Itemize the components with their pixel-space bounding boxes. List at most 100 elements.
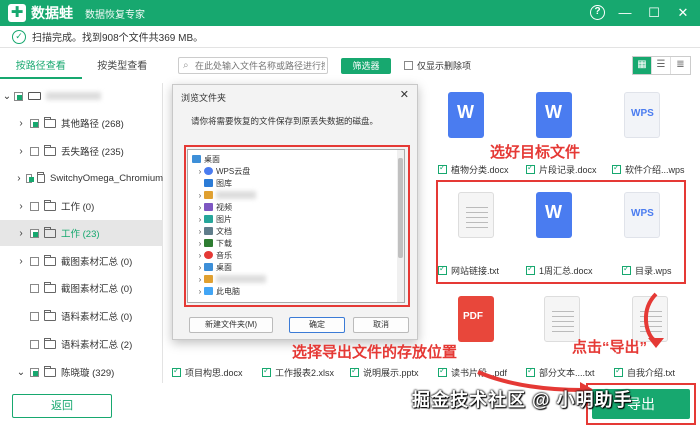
dialog-close-icon[interactable]: ✕ — [400, 88, 409, 101]
filter-button[interactable]: 筛选器 — [341, 58, 391, 74]
file-caption[interactable]: 1周汇总.docx — [526, 264, 593, 277]
file-checkbox[interactable] — [350, 366, 359, 377]
close-button[interactable]: ✕ — [674, 4, 692, 22]
folder-tree-item[interactable]: 桌面 — [192, 154, 220, 164]
tree-checkbox[interactable] — [30, 311, 39, 321]
tab-by-type[interactable]: 按类型查看 — [82, 57, 164, 79]
file-checkbox[interactable] — [526, 264, 535, 275]
chevron-down-icon[interactable]: ⌄ — [16, 367, 26, 378]
chevron-right-icon[interactable]: › — [16, 118, 26, 129]
chevron-right-icon[interactable]: › — [196, 287, 204, 296]
app-subtitle: 数据恢复专家 — [85, 9, 145, 21]
sidebar-item-label: 其他路径 (268) — [61, 119, 124, 130]
sidebar-item[interactable]: › 截图素材汇总 (0) — [0, 248, 163, 274]
sidebar-item[interactable]: 语料素材汇总 (0) — [0, 303, 163, 329]
minimize-button[interactable]: — — [616, 4, 634, 22]
sidebar-item[interactable]: 语料素材汇总 (2) — [0, 331, 163, 357]
chevron-right-icon[interactable]: › — [196, 203, 204, 212]
chevron-down-icon[interactable]: ⌄ — [2, 91, 12, 102]
sidebar-item-label: 截图素材汇总 (0) — [61, 257, 133, 268]
chevron-right-icon[interactable]: › — [196, 227, 204, 236]
folder-tree-item[interactable]: › 下载 — [196, 238, 232, 248]
file-caption[interactable]: 片段记录.docx — [526, 163, 597, 176]
grid-view-icon[interactable]: ▦ — [633, 57, 652, 74]
file-thumbnail[interactable]: WPS — [606, 186, 680, 258]
file-caption[interactable]: 工作报表2.xlsx — [262, 366, 334, 379]
tree-checkbox[interactable] — [30, 201, 39, 211]
sidebar-item[interactable]: › 其他路径 (268) — [0, 110, 163, 136]
tree-checkbox[interactable] — [25, 173, 35, 183]
detail-view-icon[interactable]: ≣ — [671, 57, 690, 74]
chevron-right-icon[interactable]: › — [196, 191, 204, 200]
chevron-right-icon[interactable]: › — [16, 173, 22, 184]
file-thumbnail[interactable]: W — [518, 186, 592, 258]
tree-checkbox[interactable] — [30, 283, 39, 293]
sidebar-item[interactable]: › 工作 (0) — [0, 193, 163, 219]
chevron-right-icon[interactable]: › — [196, 167, 204, 176]
chevron-right-icon[interactable]: › — [16, 146, 26, 157]
folder-tree-item[interactable]: › 桌面 — [196, 262, 232, 272]
chevron-right-icon[interactable]: › — [196, 263, 204, 272]
folder-tree-item[interactable]: › 视频 — [196, 202, 232, 212]
tree-root[interactable]: ⌄ — [0, 83, 163, 109]
chevron-right-icon[interactable]: › — [196, 239, 204, 248]
file-name: 植物分类.docx — [451, 165, 509, 175]
new-folder-button[interactable]: 新建文件夹(M) — [189, 317, 273, 333]
chevron-right-icon[interactable]: › — [196, 275, 204, 284]
file-checkbox[interactable] — [438, 366, 447, 377]
tree-checkbox[interactable] — [30, 367, 39, 377]
chevron-right-icon[interactable]: › — [16, 256, 26, 267]
chevron-right-icon[interactable]: › — [196, 251, 204, 260]
file-thumbnail[interactable] — [440, 186, 514, 258]
only-deleted-checkbox[interactable] — [404, 61, 413, 70]
file-checkbox[interactable] — [438, 264, 447, 275]
ok-button[interactable]: 确定 — [289, 317, 345, 333]
file-thumbnail[interactable]: WPS — [606, 86, 680, 158]
folder-tree-item[interactable]: 图库 — [204, 178, 232, 188]
pictures-folder-icon — [204, 215, 213, 223]
folder-tree-item-redacted[interactable]: › — [196, 190, 256, 200]
file-checkbox[interactable] — [172, 366, 181, 377]
help-icon[interactable]: ? — [590, 5, 605, 20]
file-caption[interactable]: 网站链接.txt — [438, 264, 499, 277]
tree-checkbox[interactable] — [30, 118, 39, 128]
folder-tree-item[interactable]: › WPS云盘 — [196, 166, 251, 176]
sidebar-item[interactable]: ⌄ 陈晓璇 (329) — [0, 359, 163, 385]
sidebar-item[interactable]: 截图素材汇总 (0) — [0, 275, 163, 301]
file-caption[interactable]: 植物分类.docx — [438, 163, 509, 176]
chevron-right-icon[interactable]: › — [196, 215, 204, 224]
file-caption[interactable]: 说明展示.pptx — [350, 366, 419, 379]
sidebar-item-selected[interactable]: › 工作 (23) — [0, 220, 163, 246]
folder-tree-item-redacted[interactable]: › — [196, 274, 266, 284]
tree-checkbox[interactable] — [30, 228, 39, 238]
chevron-right-icon[interactable]: › — [16, 201, 26, 212]
folder-tree-item[interactable]: › 图片 — [196, 214, 232, 224]
folder-tree-item[interactable]: › 音乐 — [196, 250, 232, 260]
search-input[interactable] — [195, 60, 325, 71]
file-caption[interactable]: 软件介绍...wps — [612, 163, 685, 176]
file-checkbox[interactable] — [438, 163, 447, 174]
file-checkbox[interactable] — [262, 366, 271, 377]
tree-checkbox[interactable] — [30, 256, 39, 266]
tab-by-path[interactable]: 按路径查看 — [0, 57, 82, 79]
tree-checkbox[interactable] — [30, 339, 39, 349]
file-checkbox[interactable] — [622, 264, 631, 275]
folder-tree-scrollbar[interactable] — [397, 150, 404, 302]
folder-tree-item[interactable]: › 文档 — [196, 226, 232, 236]
folder-icon — [44, 309, 56, 321]
tree-checkbox[interactable] — [30, 146, 39, 156]
cancel-button[interactable]: 取消 — [353, 317, 409, 333]
file-caption[interactable]: 目录.wps — [622, 264, 672, 277]
list-view-icon[interactable]: ☰ — [652, 57, 671, 74]
maximize-button[interactable]: ☐ — [645, 4, 663, 22]
file-caption[interactable]: 项目构思.docx — [172, 366, 243, 379]
file-checkbox[interactable] — [612, 163, 621, 174]
tree-checkbox[interactable] — [14, 91, 23, 101]
file-checkbox[interactable] — [526, 163, 535, 174]
sidebar-item[interactable]: › 丢失路径 (235) — [0, 138, 163, 164]
folder-tree-item[interactable]: › 此电脑 — [196, 286, 240, 296]
sidebar-item[interactable]: › SwitchyOmega_Chromium — [0, 165, 163, 191]
chevron-right-icon[interactable]: › — [16, 228, 26, 239]
only-deleted-toggle[interactable]: 仅显示删除项 — [404, 59, 471, 72]
back-button[interactable]: 返回 — [12, 394, 112, 418]
